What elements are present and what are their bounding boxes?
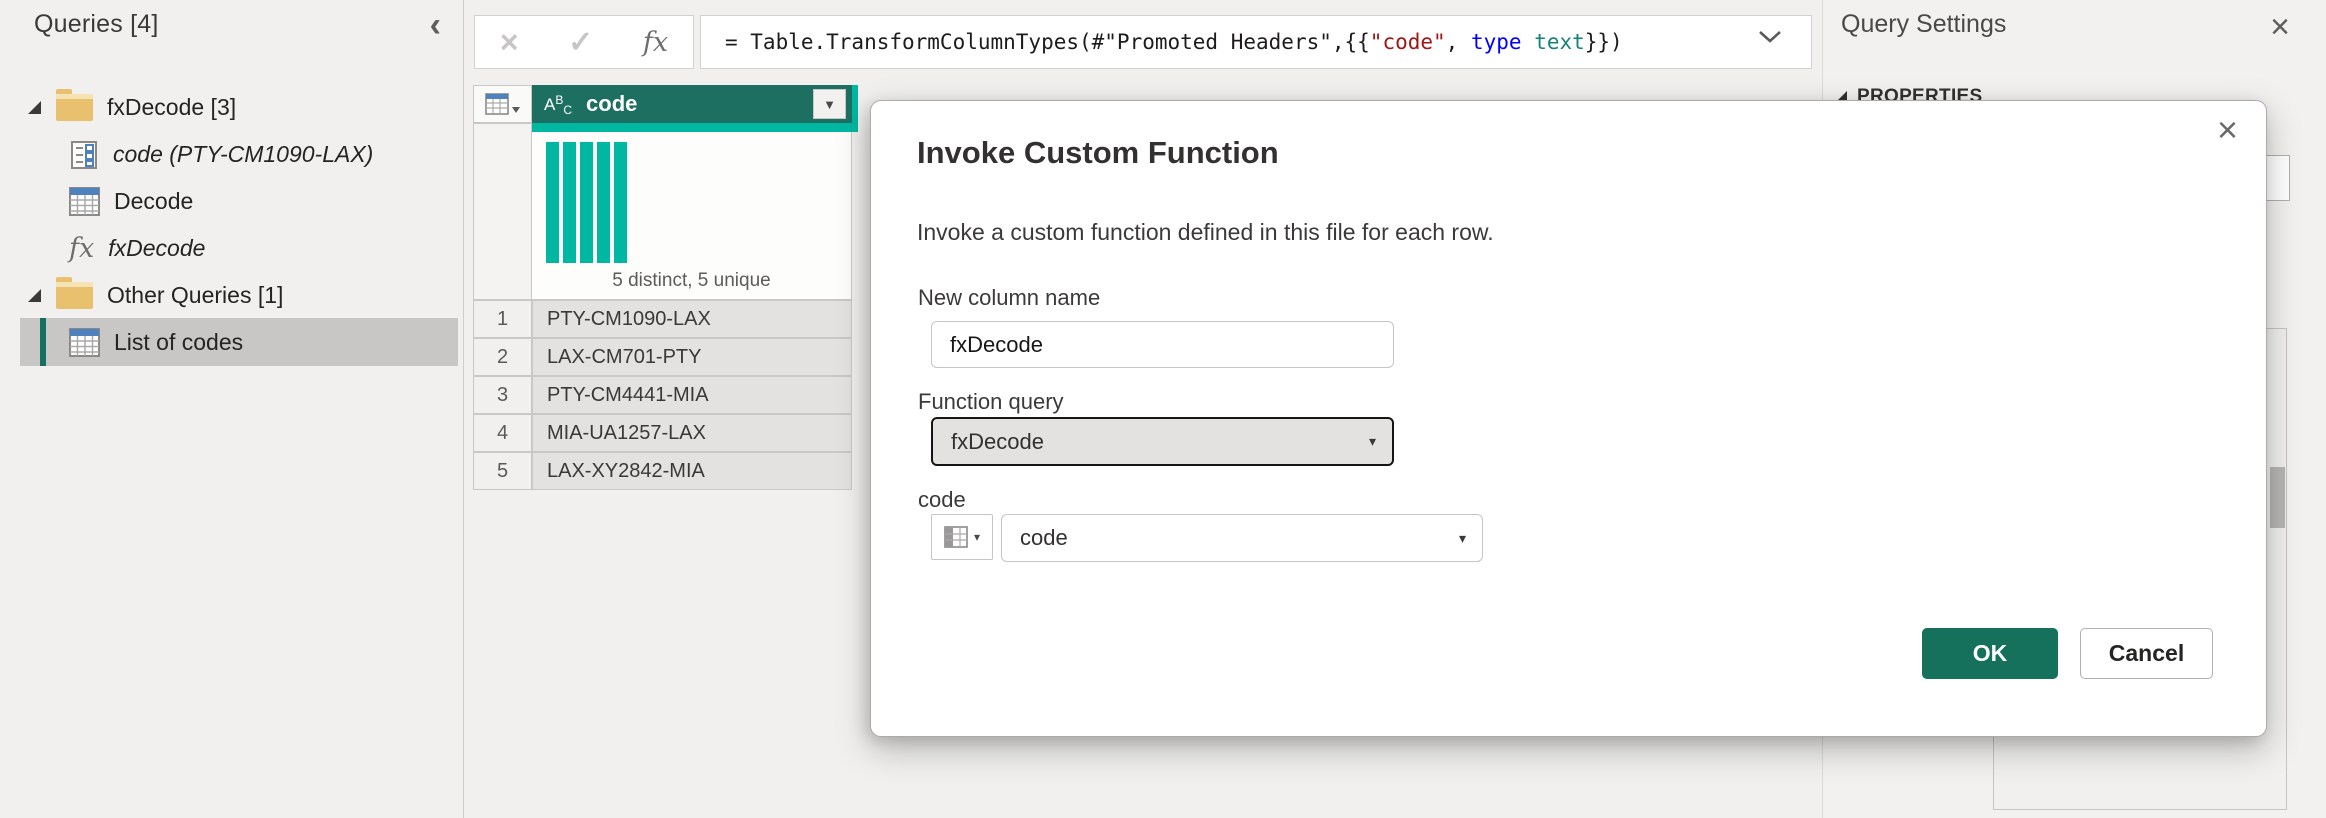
formula-token bbox=[1522, 30, 1535, 54]
queries-pane-title: Queries [4] bbox=[34, 10, 158, 39]
ok-button[interactable]: OK bbox=[1922, 628, 2058, 679]
formula-token: "code" bbox=[1370, 30, 1446, 54]
tree-item-label: code (PTY-CM1090-LAX) bbox=[113, 141, 373, 168]
parameter-column-value: code bbox=[1020, 525, 1068, 551]
applied-steps-scrollbar[interactable] bbox=[2270, 467, 2285, 528]
new-column-name-label: New column name bbox=[918, 285, 1100, 311]
tree-group-other-queries[interactable]: Other Queries [1] bbox=[0, 272, 464, 319]
distribution-bar bbox=[597, 142, 610, 263]
distribution-bar bbox=[546, 142, 559, 263]
tree-item-list-of-codes-selected[interactable]: List of codes bbox=[20, 318, 458, 366]
chevron-down-icon bbox=[512, 107, 520, 113]
table-cell[interactable]: MIA-UA1257-LAX bbox=[532, 414, 852, 452]
folder-icon bbox=[56, 94, 93, 121]
column-quality-bar bbox=[532, 123, 852, 132]
column-stats-label: 5 distinct, 5 unique bbox=[532, 270, 851, 292]
filter-chevron-icon: ▼ bbox=[823, 97, 836, 112]
table-column-icon bbox=[944, 526, 968, 548]
function-query-dropdown[interactable]: fxDecode ▾ bbox=[931, 417, 1394, 466]
cancel-button[interactable]: Cancel bbox=[2080, 628, 2213, 679]
text-type-icon: ABC bbox=[544, 96, 572, 113]
formula-input[interactable]: = Table.TransformColumnTypes(#"Promoted … bbox=[700, 15, 1812, 69]
new-column-name-input[interactable] bbox=[931, 321, 1394, 368]
column-header-code[interactable]: ABC code ▼ bbox=[532, 85, 852, 123]
selection-accent-bar bbox=[40, 318, 46, 366]
tree-group-label: Other Queries [1] bbox=[107, 282, 283, 309]
value-distribution-bars bbox=[546, 142, 627, 263]
select-all-button[interactable] bbox=[473, 85, 532, 123]
gutter-filler-cell bbox=[473, 123, 532, 300]
row-number[interactable]: 3 bbox=[473, 376, 532, 414]
distribution-bar bbox=[580, 142, 593, 263]
parameter-column-dropdown[interactable]: code ▾ bbox=[1001, 514, 1483, 562]
queries-pane: Queries [4] ‹ fxDecode [3] code (PTY-CM1… bbox=[0, 0, 464, 818]
table-icon bbox=[69, 187, 100, 216]
formula-token: = Table.TransformColumnTypes(#"Promoted … bbox=[725, 30, 1370, 54]
formula-token: }}) bbox=[1585, 30, 1623, 54]
chevron-down-icon: ▾ bbox=[974, 530, 980, 544]
formula-token: type bbox=[1471, 30, 1522, 54]
expand-triangle-icon[interactable] bbox=[28, 101, 41, 114]
row-number[interactable]: 2 bbox=[473, 338, 532, 376]
table-cell[interactable]: LAX-CM701-PTY bbox=[532, 338, 852, 376]
formula-token: , bbox=[1446, 30, 1471, 54]
row-number[interactable]: 5 bbox=[473, 452, 532, 490]
dialog-description: Invoke a custom function defined in this… bbox=[917, 219, 1494, 246]
data-preview-grid: ABC code ▼ 5 distinct, 5 unique 1 PTY-CM… bbox=[473, 85, 853, 490]
function-query-value: fxDecode bbox=[951, 429, 1044, 455]
expand-triangle-icon[interactable] bbox=[28, 289, 41, 302]
row-number[interactable]: 1 bbox=[473, 300, 532, 338]
column-filter-button[interactable]: ▼ bbox=[813, 89, 846, 119]
table-icon bbox=[69, 328, 100, 357]
parameter-label: code bbox=[918, 487, 966, 513]
tree-item-label: fxDecode bbox=[108, 235, 205, 262]
function-query-label: Function query bbox=[918, 389, 1064, 415]
collapse-pane-icon[interactable]: ‹ bbox=[430, 8, 441, 42]
distribution-bar bbox=[614, 142, 627, 263]
tree-group-fxdecode[interactable]: fxDecode [3] bbox=[0, 84, 464, 131]
query-settings-close-icon[interactable]: × bbox=[2270, 8, 2290, 47]
tree-item-label: Decode bbox=[114, 188, 193, 215]
tree-group-label: fxDecode [3] bbox=[107, 94, 236, 121]
row-number[interactable]: 4 bbox=[473, 414, 532, 452]
dialog-close-icon[interactable]: × bbox=[2217, 109, 2238, 151]
invoke-custom-function-dialog: × Invoke Custom Function Invoke a custom… bbox=[870, 100, 2267, 737]
tree-item-code-parameter[interactable]: code (PTY-CM1090-LAX) bbox=[0, 131, 464, 178]
column-name: code bbox=[586, 91, 637, 117]
column-distribution-cell[interactable]: 5 distinct, 5 unique bbox=[532, 132, 852, 300]
column-selection-edge bbox=[852, 85, 858, 132]
formula-toolbar: × ✓ fx bbox=[474, 15, 694, 69]
chevron-down-icon: ▾ bbox=[1459, 530, 1466, 547]
folder-icon bbox=[56, 282, 93, 309]
table-cell[interactable]: PTY-CM1090-LAX bbox=[532, 300, 852, 338]
query-settings-title: Query Settings bbox=[1841, 10, 2006, 39]
distribution-bar bbox=[563, 142, 576, 263]
formula-token: text bbox=[1534, 30, 1585, 54]
tree-item-fxdecode-function[interactable]: fx fxDecode bbox=[0, 225, 464, 272]
parameter-icon bbox=[69, 140, 99, 170]
table-cell[interactable]: PTY-CM4441-MIA bbox=[532, 376, 852, 414]
formula-commit-icon[interactable]: ✓ bbox=[568, 25, 593, 60]
formula-expand-chevron-icon[interactable] bbox=[1758, 30, 1782, 49]
tree-item-label: List of codes bbox=[114, 329, 243, 356]
dialog-title: Invoke Custom Function bbox=[917, 135, 1279, 171]
chevron-down-icon: ▾ bbox=[1369, 433, 1376, 450]
formula-cancel-icon[interactable]: × bbox=[500, 26, 519, 58]
mini-table-icon bbox=[485, 93, 509, 115]
formula-fx-icon[interactable]: fx bbox=[643, 27, 668, 58]
column-picker-button[interactable]: ▾ bbox=[931, 514, 993, 560]
table-cell[interactable]: LAX-XY2842-MIA bbox=[532, 452, 852, 490]
tree-item-decode[interactable]: Decode bbox=[0, 178, 464, 225]
function-icon: fx bbox=[69, 233, 94, 264]
